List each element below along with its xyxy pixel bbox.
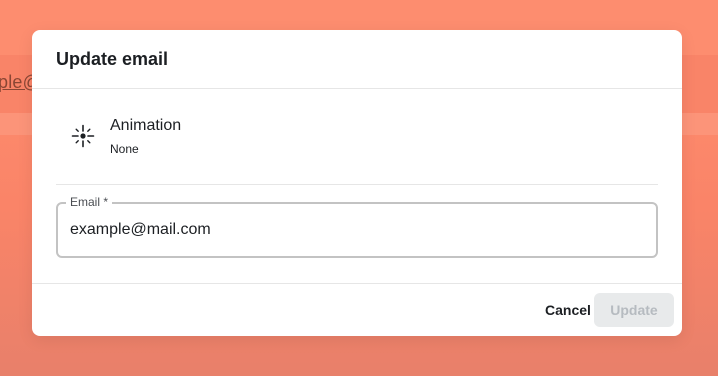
email-field-label: Email *: [66, 195, 113, 209]
update-email-dialog: Update email Animation None Email * exam…: [32, 30, 682, 336]
animation-value: None: [110, 142, 139, 156]
email-input[interactable]: [70, 218, 630, 242]
dialog-footer: Cancel Update: [32, 283, 682, 336]
sparkle-icon: [70, 123, 96, 149]
dialog-title: Update email: [56, 48, 169, 69]
dialog-header: Update email: [32, 30, 682, 89]
animation-text: Animation None: [110, 116, 181, 157]
animation-label: Animation: [110, 117, 182, 134]
email-field: Email *: [56, 195, 658, 258]
animation-setting[interactable]: Animation None: [56, 89, 658, 185]
dialog-body: Animation None Email *: [32, 89, 682, 258]
update-button[interactable]: Update: [594, 293, 674, 327]
